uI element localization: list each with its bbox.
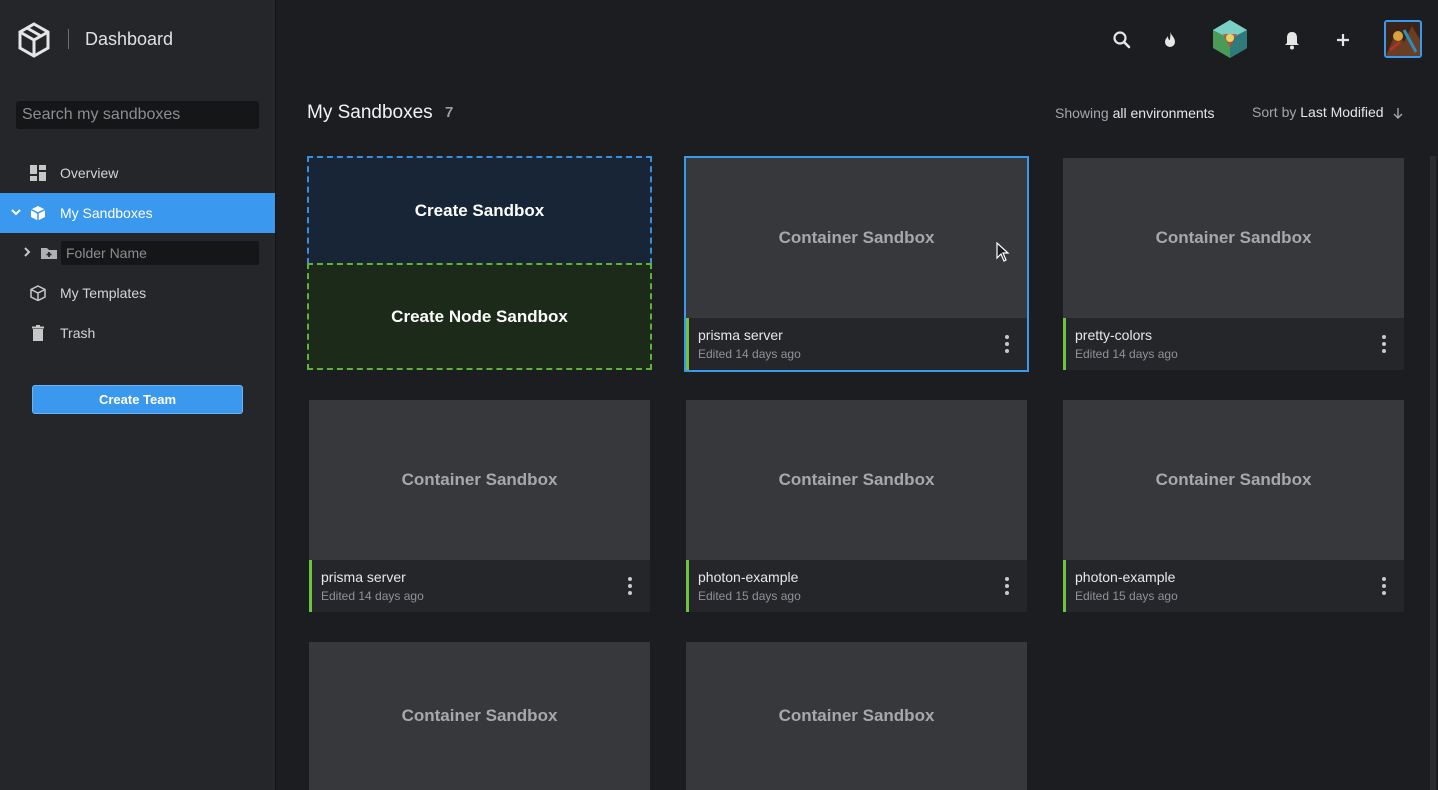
sandbox-name: photon-example xyxy=(1075,569,1176,585)
sandbox-card[interactable]: Container Sandbox prisma server Edited 1… xyxy=(684,156,1029,372)
sandbox-edited-time: Edited 15 days ago xyxy=(698,589,801,603)
sandbox-name: prisma server xyxy=(321,569,406,585)
plus-icon[interactable] xyxy=(1333,30,1353,50)
sandbox-thumbnail: Container Sandbox xyxy=(309,400,650,560)
sidebar-item-my-sandboxes[interactable]: My Sandboxes xyxy=(0,193,275,233)
filter-prefix: Showing xyxy=(1055,105,1109,121)
sidebar-item-my-templates[interactable]: My Templates xyxy=(0,273,275,313)
search-sandboxes-input[interactable] xyxy=(16,101,259,129)
sandbox-thumbnail: Container Sandbox xyxy=(309,642,650,790)
avatar[interactable] xyxy=(1384,20,1422,58)
more-vertical-icon[interactable] xyxy=(1005,335,1009,353)
box-icon xyxy=(30,206,46,221)
dashboard-icon xyxy=(30,165,46,181)
sandbox-edited-time: Edited 14 days ago xyxy=(698,347,801,361)
filter-value: all environments xyxy=(1112,105,1215,121)
more-vertical-icon[interactable] xyxy=(1005,577,1009,595)
sidebar-item-trash[interactable]: Trash xyxy=(0,313,275,353)
flame-icon[interactable] xyxy=(1160,30,1180,50)
search-icon[interactable] xyxy=(1112,30,1132,50)
sort-prefix: Sort by xyxy=(1252,104,1297,120)
sandbox-card-footer: prisma server Edited 14 days ago xyxy=(309,560,650,612)
sandbox-card[interactable]: Container Sandbox photon-example Edited … xyxy=(1063,400,1404,612)
sidebar-item-label: My Sandboxes xyxy=(60,205,153,221)
sandbox-edited-time: Edited 14 days ago xyxy=(321,589,424,603)
cube-outline-icon xyxy=(30,285,46,301)
folder-name-input[interactable] xyxy=(61,241,259,265)
scrollbar[interactable] xyxy=(1430,156,1436,790)
sandbox-name: photon-example xyxy=(698,569,799,585)
avatar-image xyxy=(1386,22,1420,56)
sidebar-item-label: Overview xyxy=(60,165,119,181)
more-vertical-icon[interactable] xyxy=(628,577,632,595)
sidebar: Dashboard Overview My Sandboxes xyxy=(0,0,276,790)
sandbox-card[interactable]: Container Sandbox photon-example Edited … xyxy=(686,400,1027,612)
sandbox-count: 7 xyxy=(445,104,454,121)
create-team-button[interactable]: Create Team xyxy=(32,385,243,414)
mouse-cursor-icon xyxy=(996,242,1010,262)
sidebar-item-label: Trash xyxy=(60,325,96,341)
sandbox-card-footer: photon-example Edited 15 days ago xyxy=(1063,560,1404,612)
sandbox-card[interactable]: Container Sandbox xyxy=(309,642,650,790)
bell-icon[interactable] xyxy=(1282,30,1302,50)
trash-icon xyxy=(32,325,44,341)
sandbox-edited-time: Edited 14 days ago xyxy=(1075,347,1178,361)
dashboard-title: Dashboard xyxy=(85,29,174,49)
sandbox-card-footer: prisma server Edited 14 days ago xyxy=(686,318,1027,370)
more-vertical-icon[interactable] xyxy=(1382,335,1386,353)
chevron-right-icon[interactable] xyxy=(21,246,33,258)
sandbox-thumbnail: Container Sandbox xyxy=(686,158,1027,318)
sandbox-name: prisma server xyxy=(698,327,783,343)
sidebar-item-overview[interactable]: Overview xyxy=(0,153,275,193)
sidebar-item-label: My Templates xyxy=(60,285,147,301)
arrow-down-icon[interactable] xyxy=(1392,107,1404,119)
sandbox-card[interactable]: Container Sandbox prisma server Edited 1… xyxy=(309,400,650,612)
sandbox-thumbnail: Container Sandbox xyxy=(686,400,1027,560)
create-node-sandbox-button[interactable]: Create Node Sandbox xyxy=(307,263,652,370)
dashboard-app: Dashboard Overview My Sandboxes xyxy=(0,0,1438,790)
sandbox-edited-time: Edited 15 days ago xyxy=(1075,589,1178,603)
sandbox-thumbnail: Container Sandbox xyxy=(686,642,1027,790)
patron-badge-icon[interactable] xyxy=(1209,18,1251,60)
folder-plus-icon xyxy=(41,248,57,259)
sort-control[interactable]: Sort by Last Modified xyxy=(1252,104,1384,120)
sandbox-card[interactable]: Container Sandbox xyxy=(686,642,1027,790)
chevron-down-icon[interactable] xyxy=(10,206,22,218)
sort-value: Last Modified xyxy=(1300,104,1384,120)
sandbox-thumbnail: Container Sandbox xyxy=(1063,400,1404,560)
create-sandbox-button[interactable]: Create Sandbox xyxy=(307,156,652,264)
sandbox-card-footer: photon-example Edited 15 days ago xyxy=(686,560,1027,612)
logo-divider xyxy=(68,29,69,49)
page-title: My Sandboxes xyxy=(307,102,433,123)
more-vertical-icon[interactable] xyxy=(1382,577,1386,595)
sandbox-thumbnail: Container Sandbox xyxy=(1063,158,1404,318)
environment-filter[interactable]: Showing all environments xyxy=(1055,105,1215,121)
sandbox-card-footer: pretty-colors Edited 14 days ago xyxy=(1063,318,1404,370)
codesandbox-logo-icon[interactable] xyxy=(18,22,50,58)
sandbox-name: pretty-colors xyxy=(1075,327,1153,343)
sandbox-card[interactable]: Container Sandbox pretty-colors Edited 1… xyxy=(1063,158,1404,370)
